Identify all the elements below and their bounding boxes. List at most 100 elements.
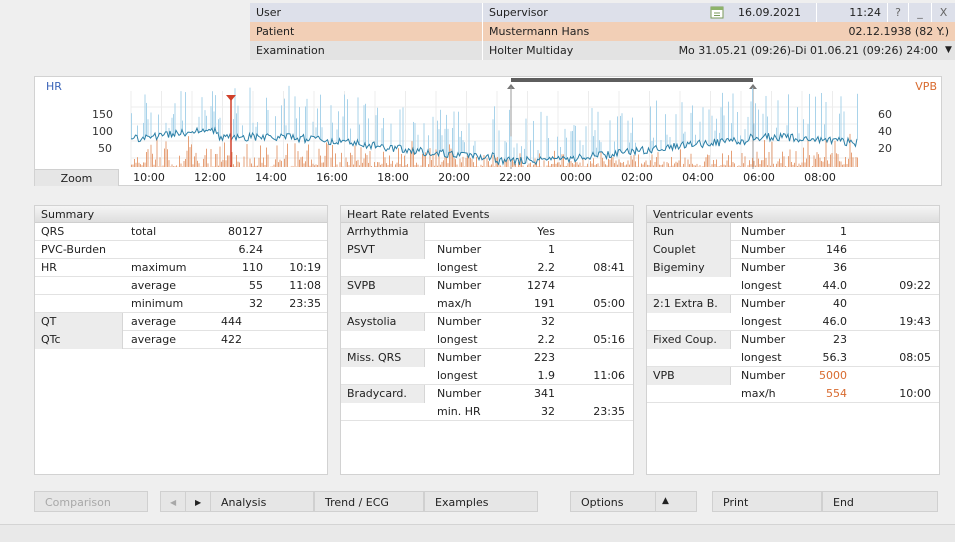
examination-period: Mo 31.05.21 (09:26)-Di 01.06.21 (09:26) …: [678, 44, 938, 57]
table-row[interactable]: 2:1 Extra B. Number 40: [647, 295, 939, 313]
qrs-sub-label: total: [131, 225, 157, 238]
options-button[interactable]: Options: [570, 491, 656, 512]
table-row: minimum 32 23:35: [35, 295, 327, 313]
vpb-tick-label: 40: [878, 125, 892, 138]
trend-ecg-button[interactable]: Trend / ECG: [314, 491, 424, 512]
qtc-button[interactable]: QTc: [35, 331, 123, 349]
ventricular-events-panel: Ventricular events Run Number 1 Couplet …: [646, 205, 940, 475]
zoom-button[interactable]: Zoom: [35, 169, 119, 186]
svpb-maxh-label: max/h: [437, 297, 472, 310]
table-row[interactable]: Miss. QRS Number 223: [341, 349, 633, 367]
psvt-number-label: Number: [437, 243, 482, 256]
examination-type: Holter Multiday: [489, 44, 574, 57]
asystolia-number-value: 32: [541, 315, 555, 328]
table-row[interactable]: Couplet Number 146: [647, 241, 939, 259]
current-date: 16.09.2021: [738, 6, 801, 19]
table-row: min. HR 32 23:35: [341, 403, 633, 421]
qt-value: 444: [221, 315, 242, 328]
minimize-icon[interactable]: _: [909, 3, 931, 22]
svpb-button[interactable]: SVPB: [341, 277, 425, 295]
bradycardia-minhr-time: 23:35: [593, 405, 625, 418]
analysis-button[interactable]: Analysis: [210, 491, 314, 512]
extra-beat-longest-value: 46.0: [822, 315, 848, 328]
previous-arrow-icon[interactable]: ◀: [160, 491, 186, 512]
missed-qrs-button[interactable]: Miss. QRS: [341, 349, 425, 367]
hr-vpb-trend-chart[interactable]: HR VPB 150 100 50 60 40 20 Zoom 10:00 12…: [34, 76, 942, 186]
hr-tick-label: 150: [92, 108, 113, 121]
table-row[interactable]: Bigeminy Number 36: [647, 259, 939, 277]
table-row: PVC-Burden 6.24: [35, 241, 327, 259]
vpb-maxh-time: 10:00: [899, 387, 931, 400]
bradycardia-button[interactable]: Bradycard.: [341, 385, 425, 403]
couplet-number-label: Number: [741, 243, 786, 256]
run-button[interactable]: Run: [647, 223, 731, 241]
table-row[interactable]: Bradycard. Number 341: [341, 385, 633, 403]
time-tick-label: 06:00: [743, 171, 775, 184]
asystolia-number-label: Number: [437, 315, 482, 328]
status-bar: [0, 524, 955, 542]
next-arrow-icon[interactable]: ▶: [185, 491, 211, 512]
calendar-icon[interactable]: [706, 3, 728, 22]
examination-dropdown-icon[interactable]: ▼: [942, 41, 955, 60]
options-expand-icon[interactable]: ▲: [655, 491, 697, 512]
examples-button[interactable]: Examples: [424, 491, 538, 512]
hr-average-label: average: [131, 279, 177, 292]
close-icon[interactable]: X: [932, 3, 955, 22]
help-icon[interactable]: ?: [888, 3, 908, 22]
qt-button[interactable]: QT: [35, 313, 123, 331]
table-row: longest 2.2 08:41: [341, 259, 633, 277]
patient-row: Patient Mustermann Hans 02.12.1938 (82 Y…: [250, 22, 955, 41]
bigeminy-button[interactable]: Bigeminy: [647, 259, 731, 277]
extra-beat-longest-label: longest: [741, 315, 782, 328]
trend-plot[interactable]: [35, 77, 943, 169]
pvc-burden-label: PVC-Burden: [41, 243, 106, 256]
psvt-longest-value: 2.2: [537, 261, 556, 274]
time-tick-label: 18:00: [377, 171, 409, 184]
table-row[interactable]: Asystolia Number 32: [341, 313, 633, 331]
table-row[interactable]: QT average 444: [35, 313, 327, 331]
table-row: longest 46.0 19:43: [647, 313, 939, 331]
fixed-coupling-number-value: 23: [833, 333, 847, 346]
bigeminy-longest-value: 44.0: [822, 279, 848, 292]
table-row[interactable]: PSVT Number 1: [341, 241, 633, 259]
vpb-button[interactable]: VPB: [647, 367, 731, 385]
vpb-maxh-value: 554: [826, 387, 847, 400]
bigeminy-number-label: Number: [741, 261, 786, 274]
table-row[interactable]: Run Number 1: [647, 223, 939, 241]
asystolia-button[interactable]: Asystolia: [341, 313, 425, 331]
hr-label: HR: [41, 261, 57, 274]
psvt-button[interactable]: PSVT: [341, 241, 425, 259]
ventricular-events-title: Ventricular events: [647, 206, 939, 223]
table-row: longest 1.9 11:06: [341, 367, 633, 385]
user-row: User Supervisor 16.09.2021 11:24 ? _ X: [250, 3, 955, 22]
table-row[interactable]: Arrhythmia Yes: [341, 223, 633, 241]
comparison-button[interactable]: Comparison: [34, 491, 148, 512]
extra-beat-number-label: Number: [741, 297, 786, 310]
fixed-coupling-number-label: Number: [741, 333, 786, 346]
missed-qrs-longest-value: 1.9: [537, 369, 556, 382]
table-row[interactable]: VPB Number 5000: [647, 367, 939, 385]
examination-row: Examination Holter Multiday Mo 31.05.21 …: [250, 41, 955, 60]
bigeminy-longest-label: longest: [741, 279, 782, 292]
table-row: longest 2.2 05:16: [341, 331, 633, 349]
hr-maximum-time: 10:19: [289, 261, 321, 274]
current-time: 11:24: [849, 6, 881, 19]
arrhythmia-button[interactable]: Arrhythmia: [341, 223, 425, 241]
summary-panel: Summary QRS total 80127 PVC-Burden 6.24 …: [34, 205, 328, 475]
asystolia-longest-value: 2.2: [537, 333, 556, 346]
fixed-coupling-button[interactable]: Fixed Coup.: [647, 331, 731, 349]
table-row: longest 56.3 08:05: [647, 349, 939, 367]
couplet-button[interactable]: Couplet: [647, 241, 731, 259]
extra-beat-longest-time: 19:43: [899, 315, 931, 328]
table-row[interactable]: SVPB Number 1274: [341, 277, 633, 295]
table-row[interactable]: QTc average 422: [35, 331, 327, 349]
selection-range-bar[interactable]: [511, 78, 753, 82]
table-row[interactable]: Fixed Coup. Number 23: [647, 331, 939, 349]
hr-average-value: 55: [249, 279, 263, 292]
extra-beat-button[interactable]: 2:1 Extra B.: [647, 295, 731, 313]
print-button[interactable]: Print: [712, 491, 822, 512]
hr-minimum-label: minimum: [131, 297, 184, 310]
end-button[interactable]: End: [822, 491, 938, 512]
table-row: QRS total 80127: [35, 223, 327, 241]
bradycardia-number-value: 341: [534, 387, 555, 400]
